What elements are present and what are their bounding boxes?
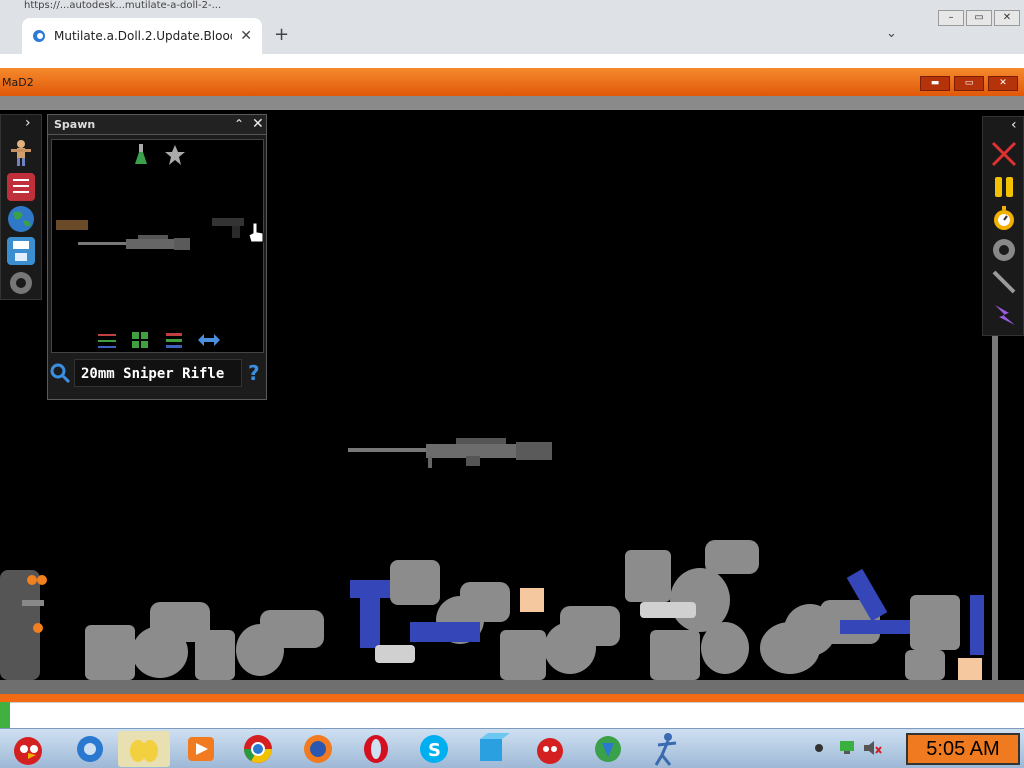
app-frame-top [0,96,1024,110]
spawn-item-grid [51,139,264,353]
rope-icon[interactable] [991,269,1017,295]
help-icon[interactable]: ? [248,361,260,385]
spawn-panel-header: Spawn ⌃ ✕ [48,115,266,135]
book-tool[interactable] [7,173,35,201]
figure-app-icon[interactable] [640,731,692,767]
minimize-button[interactable]: – [938,10,964,26]
right-wall-edge [992,330,998,680]
ragdoll-pile[interactable] [80,540,990,680]
gear-icon[interactable] [991,237,1017,263]
chrome-icon[interactable] [232,731,284,767]
app-bottom-bar [0,694,1024,702]
media-player-icon[interactable] [176,731,228,767]
internet-explorer-icon[interactable] [64,731,116,767]
maximize-button[interactable]: ▭ [966,10,992,26]
pistol-item[interactable] [212,216,248,238]
book-icon [13,179,29,193]
browser-tab[interactable]: Mutilate.a.Doll.2.Update.Bloody.! ✕ [22,18,262,54]
list-view-icon[interactable] [166,332,182,348]
star-icon[interactable] [164,144,186,166]
delete-icon[interactable] [991,141,1017,167]
toolbar-strip [0,54,1024,68]
tab-list-chevron-icon[interactable]: ⌄ [886,26,897,41]
ragdoll-tool[interactable] [7,139,35,167]
3d-box-icon[interactable] [466,731,518,767]
spawn-panel: Spawn ⌃ ✕ 20mm Sniper Rifle ? [47,114,267,400]
firefox-icon[interactable] [292,731,344,767]
stopwatch-icon[interactable] [991,205,1017,231]
app-minimize-button[interactable]: ▬ [920,76,950,91]
sliders-icon[interactable] [98,332,116,348]
app-maximize-button[interactable]: ▭ [954,76,984,91]
opera-icon[interactable] [350,731,402,767]
taskbar: S 5:05 AM [0,728,1024,768]
shotgun-item[interactable] [56,214,88,234]
flask-icon[interactable] [132,144,150,166]
save-icon [13,241,29,261]
close-button[interactable]: ✕ [994,10,1020,26]
grid-view-icon[interactable] [132,332,148,348]
new-tab-button[interactable]: + [274,24,289,45]
lightning-icon[interactable] [991,301,1017,327]
expand-chevron-icon[interactable]: › [25,115,31,131]
globe-icon [8,206,34,232]
network-icon[interactable] [838,739,856,755]
sniper-rifle-sprite[interactable] [346,436,556,472]
status-bar [0,702,1024,728]
skype-icon[interactable]: S [408,731,460,767]
edge-icon [33,30,45,42]
tab-close-icon[interactable]: ✕ [240,28,252,44]
sniper-rifle-item[interactable] [78,234,192,256]
spawn-panel-title: Spawn [54,118,96,131]
notification-dot-icon[interactable] [814,743,824,753]
angry-birds-icon[interactable] [524,731,576,767]
close-icon[interactable]: ✕ [252,116,264,132]
easter-eggs-icon[interactable] [118,731,170,767]
tombstone-sprite [0,570,47,680]
tab-title: Mutilate.a.Doll.2.Update.Bloody.! [54,29,233,43]
volume-muted-icon[interactable] [862,739,882,757]
status-indicator [0,702,10,728]
hand-cursor-icon [248,222,264,243]
angry-birds-start-icon[interactable] [4,731,56,767]
selected-item-name[interactable]: 20mm Sniper Rifle [74,359,242,387]
gear-icon [10,272,32,294]
window-controls: – ▭ ✕ [938,10,1020,26]
pause-icon[interactable] [991,175,1017,199]
settings-tool[interactable] [7,269,35,297]
search-icon[interactable] [50,363,70,383]
app-window-controls: ▬ ▭ ✕ [920,76,1018,91]
app-title-bar [0,68,1024,96]
app-close-button[interactable]: ✕ [988,76,1018,91]
save-tool[interactable] [7,237,35,265]
collapse-icon[interactable]: ⌃ [234,117,244,131]
right-toolbar: ‹ [982,116,1024,336]
left-toolbar: › [0,114,42,300]
download-manager-icon[interactable] [582,731,634,767]
address-text[interactable]: https://...autodesk...mutilate-a-doll-2-… [0,0,910,14]
spawn-search-row: 20mm Sniper Rifle ? [48,357,266,393]
ragdoll-icon [11,140,31,166]
app-title: MaD2 [2,76,34,89]
world-tool[interactable] [7,205,35,233]
svg-text:S: S [428,740,441,761]
clock[interactable]: 5:05 AM [906,733,1020,765]
collapse-chevron-icon[interactable]: ‹ [1011,117,1017,133]
flip-icon[interactable] [198,334,220,346]
